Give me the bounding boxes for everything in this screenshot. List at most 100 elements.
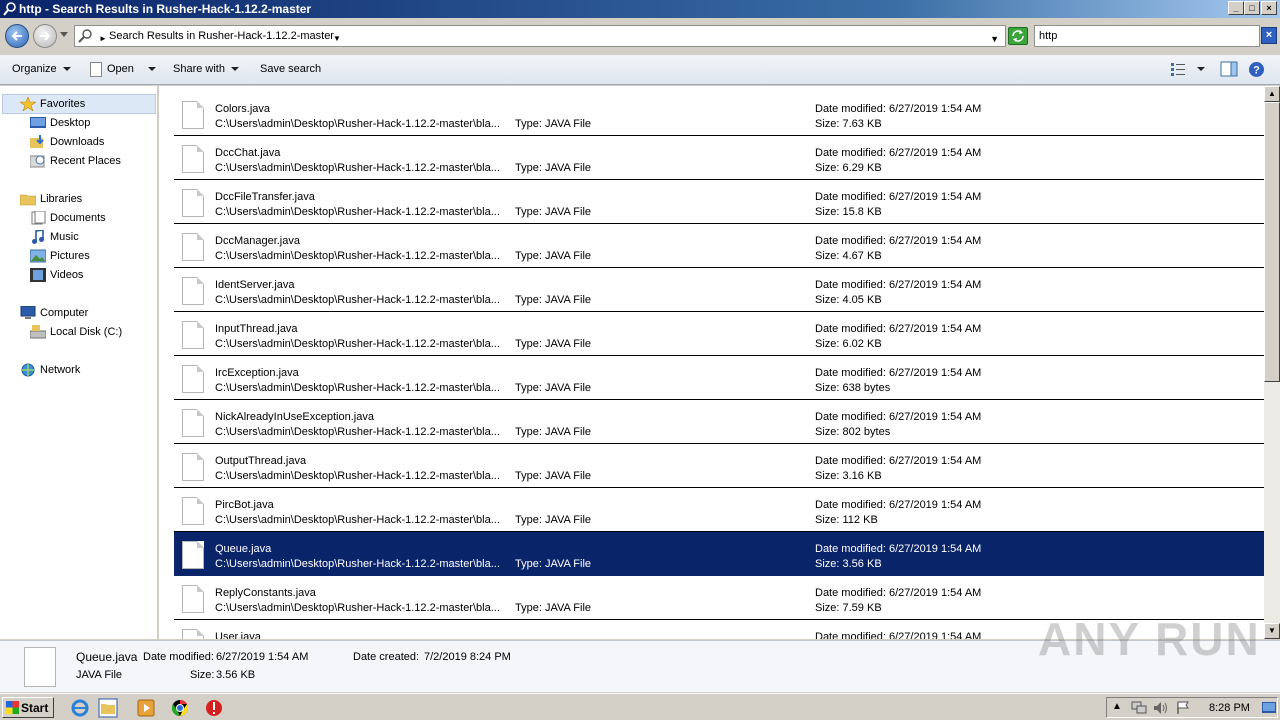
file-size: Size: 15.8 KB [815, 206, 882, 218]
open-button[interactable]: Open [107, 63, 134, 75]
java-file-icon [182, 145, 204, 173]
show-desktop-icon[interactable] [1262, 701, 1276, 715]
minimize-button[interactable]: _ [1228, 1, 1244, 15]
open-label: Open [107, 63, 134, 75]
volume-icon[interactable] [1153, 701, 1169, 715]
svg-text:?: ? [1253, 65, 1260, 77]
nav-label: Recent Places [50, 155, 121, 167]
start-label: Start [21, 701, 49, 715]
clock[interactable]: 8:28 PM [1209, 702, 1250, 714]
file-name: OutputThread.java [215, 455, 307, 467]
internet-explorer-icon[interactable] [70, 698, 90, 718]
file-date-modified: Date modified: 6/27/2019 1:54 AM [815, 323, 982, 335]
help-icon[interactable]: ? [1248, 61, 1265, 78]
java-file-icon [182, 409, 204, 437]
file-name: IdentServer.java [215, 279, 295, 291]
list-item[interactable]: NickAlreadyInUseException.java C:\Users\… [174, 400, 1264, 444]
clear-search-button[interactable]: × [1261, 27, 1277, 44]
details-size-label: Size: [190, 669, 215, 681]
breadcrumb-arrow-icon[interactable]: ► [99, 34, 107, 43]
recent-pages-dropdown[interactable] [60, 32, 68, 37]
list-item[interactable]: IrcException.java C:\Users\admin\Desktop… [174, 356, 1264, 400]
view-options-icon[interactable] [1170, 61, 1186, 77]
arrow-left-icon [11, 31, 22, 41]
chevron-down-icon[interactable] [1196, 66, 1206, 72]
list-item[interactable]: PircBot.java C:\Users\admin\Desktop\Rush… [174, 488, 1264, 532]
desktop-icon [30, 117, 46, 128]
scroll-down-button[interactable]: ▼ [1264, 623, 1280, 639]
list-item[interactable]: DccFileTransfer.java C:\Users\admin\Desk… [174, 180, 1264, 224]
nav-label: Libraries [40, 193, 83, 205]
list-item[interactable]: OutputThread.java C:\Users\admin\Desktop… [174, 444, 1264, 488]
search-icon [3, 2, 16, 16]
maximize-button[interactable]: □ [1244, 1, 1260, 15]
scroll-thumb[interactable] [1264, 102, 1280, 382]
file-date-modified: Date modified: 6/27/2019 1:54 AM [815, 587, 982, 599]
address-row: ► Search Results in Rusher-Hack-1.12.2-m… [0, 18, 1280, 54]
refresh-button[interactable] [1008, 27, 1028, 45]
file-path: C:\Users\admin\Desktop\Rusher-Hack-1.12.… [215, 514, 500, 526]
close-button[interactable]: × [1261, 1, 1277, 15]
list-item[interactable]: InputThread.java C:\Users\admin\Desktop\… [174, 312, 1264, 356]
show-hidden-icons-icon[interactable]: ▲ [1112, 701, 1122, 712]
arrow-right-icon [40, 31, 51, 41]
address-history-dropdown-icon[interactable]: ▼ [990, 34, 999, 44]
file-path: C:\Users\admin\Desktop\Rusher-Hack-1.12.… [215, 250, 500, 262]
windows-logo-icon [6, 701, 19, 714]
file-name: InputThread.java [215, 323, 298, 335]
list-item[interactable]: IdentServer.java C:\Users\admin\Desktop\… [174, 268, 1264, 312]
back-button[interactable] [5, 24, 29, 48]
scroll-up-button[interactable]: ▲ [1264, 86, 1280, 102]
details-file-name: Queue.java [76, 650, 138, 664]
stop-icon[interactable] [204, 698, 224, 718]
file-type: Type: JAVA File [515, 162, 592, 174]
file-size: Size: 112 KB [815, 514, 878, 526]
open-dropdown-button[interactable] [142, 63, 156, 75]
chrome-icon[interactable] [170, 698, 190, 718]
list-item[interactable]: Colors.java C:\Users\admin\Desktop\Rushe… [174, 92, 1264, 136]
action-center-flag-icon[interactable] [1175, 701, 1191, 715]
share-with-label: Share with [173, 63, 225, 75]
file-date-modified: Date modified: 6/27/2019 1:54 AM [815, 499, 982, 511]
file-path: C:\Users\admin\Desktop\Rusher-Hack-1.12.… [215, 162, 500, 174]
downloads-folder-icon [30, 135, 44, 148]
breadcrumb-dropdown-icon[interactable]: ▼ [333, 34, 341, 43]
list-item-selected[interactable]: Queue.java C:\Users\admin\Desktop\Rusher… [174, 532, 1264, 576]
start-button[interactable]: Start [2, 697, 54, 718]
nav-label: Documents [50, 212, 106, 224]
navigation-pane: Favorites Desktop Downloads Recent Place… [0, 86, 158, 639]
address-bar[interactable]: ► Search Results in Rusher-Hack-1.12.2-m… [74, 25, 1006, 47]
system-tray: ▲ 8:28 PM [1106, 697, 1278, 718]
organize-button[interactable]: Organize [12, 63, 71, 75]
libraries-icon [20, 194, 36, 206]
file-path: C:\Users\admin\Desktop\Rusher-Hack-1.12.… [215, 206, 500, 218]
file-type: Type: JAVA File [515, 294, 592, 306]
documents-icon [31, 211, 46, 225]
preview-pane-icon[interactable] [1220, 61, 1238, 77]
list-item[interactable]: DccChat.java C:\Users\admin\Desktop\Rush… [174, 136, 1264, 180]
file-size: Size: 7.59 KB [815, 602, 882, 614]
file-explorer-icon[interactable] [98, 698, 118, 718]
file-name: Colors.java [215, 103, 271, 115]
media-player-icon[interactable] [136, 698, 156, 718]
file-size: Size: 4.05 KB [815, 294, 882, 306]
file-type: Type: JAVA File [515, 602, 592, 614]
search-results-list[interactable]: Colors.java C:\Users\admin\Desktop\Rushe… [159, 86, 1264, 639]
computer-icon [20, 306, 36, 319]
search-input[interactable]: http [1034, 25, 1260, 47]
forward-button[interactable] [33, 24, 57, 48]
file-size: Size: 802 bytes [815, 426, 891, 438]
file-name: NickAlreadyInUseException.java [215, 411, 374, 423]
title-bar[interactable]: http - Search Results in Rusher-Hack-1.1… [0, 0, 1280, 18]
breadcrumb[interactable]: Search Results in Rusher-Hack-1.12.2-mas… [109, 30, 334, 42]
file-path: C:\Users\admin\Desktop\Rusher-Hack-1.12.… [215, 118, 500, 130]
vertical-scrollbar[interactable]: ▲ ▼ [1264, 86, 1280, 639]
file-type: Type: JAVA File [515, 338, 592, 350]
file-path: C:\Users\admin\Desktop\Rusher-Hack-1.12.… [215, 602, 500, 614]
list-item[interactable]: DccManager.java C:\Users\admin\Desktop\R… [174, 224, 1264, 268]
java-file-icon [24, 647, 56, 687]
share-with-button[interactable]: Share with [173, 63, 239, 75]
network-tray-icon[interactable] [1131, 701, 1147, 715]
java-file-icon [182, 453, 204, 481]
save-search-button[interactable]: Save search [260, 63, 321, 75]
